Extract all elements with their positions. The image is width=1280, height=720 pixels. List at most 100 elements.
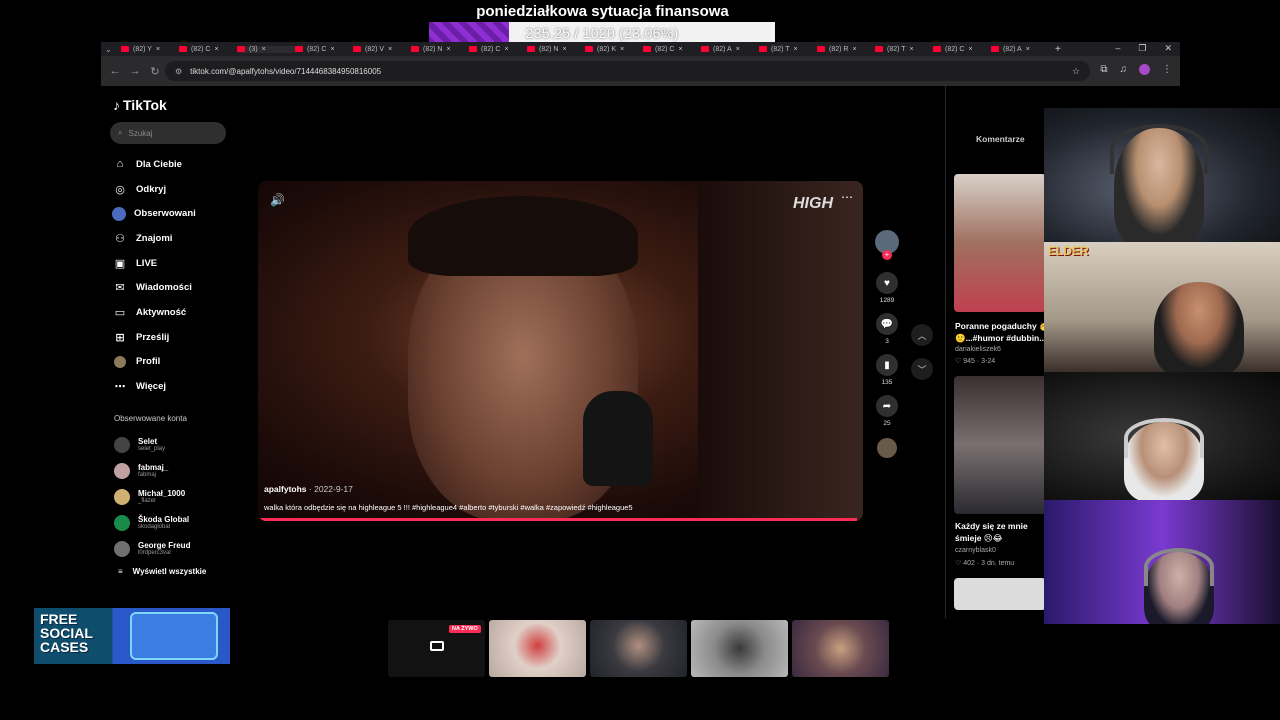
extensions-icon[interactable]: ⧉ — [1100, 64, 1107, 75]
back-icon[interactable]: ← — [105, 65, 125, 77]
close-tab-icon[interactable]: × — [968, 46, 972, 53]
more-options-icon[interactable]: ⋯ — [841, 190, 853, 204]
video-player[interactable]: 🔊 HIGH ⋯ apalfytohs · 2022-9-17 walka kt… — [258, 181, 863, 521]
close-tab-icon[interactable]: × — [794, 46, 798, 53]
related-video-stats: ♡ 402 · 3 dn. temu — [955, 560, 1015, 567]
close-tab-icon[interactable]: × — [1026, 46, 1030, 53]
previous-video-chevron-up-icon[interactable]: ︿ — [911, 324, 933, 346]
new-tab-button[interactable]: + — [1055, 44, 1061, 55]
sidebar-item-znajomi[interactable]: ⚇ Znajomi — [112, 226, 242, 251]
followed-account[interactable]: George Freud l0rdperc3val — [114, 536, 190, 562]
volume-icon[interactable]: 🔊 — [270, 193, 285, 207]
media-icon[interactable]: ♫ — [1120, 64, 1128, 75]
close-tab-icon[interactable]: × — [678, 46, 682, 53]
show-all-button[interactable]: ≡ Wyświetl wszystkie — [118, 567, 206, 576]
browser-tab[interactable]: (82) N × — [411, 46, 469, 53]
tab-title: (82) N — [423, 45, 443, 53]
video-author-name[interactable]: apalfytohs — [264, 484, 307, 494]
minimize-icon[interactable]: – — [1115, 43, 1120, 54]
close-tab-icon[interactable]: × — [262, 46, 266, 53]
sidebar-item-wiadomo-ci[interactable]: ✉ Wiadomości — [112, 275, 242, 300]
browser-tab[interactable]: (82) C × — [469, 46, 527, 53]
site-info-icon[interactable]: ⚙ — [175, 67, 182, 76]
browser-tab[interactable]: (3) × — [237, 45, 295, 53]
related-video-title[interactable]: Poranne pogaduchy 🥳 🙂...#humor #dubbin..… — [955, 320, 1050, 344]
related-video-user[interactable]: czarnyblask0 — [955, 547, 996, 554]
close-tab-icon[interactable]: × — [910, 46, 914, 53]
browser-tab[interactable]: (82) T × — [875, 46, 933, 53]
video-author[interactable]: apalfytohs · 2022-9-17 — [264, 484, 353, 494]
video-progress-bar[interactable] — [258, 518, 857, 521]
followed-account[interactable]: Škoda Global skodaglobal — [114, 510, 190, 536]
bookmark-star-icon[interactable]: ☆ — [1072, 66, 1080, 77]
comment-icon[interactable]: 💬 — [876, 313, 898, 335]
browser-tab[interactable]: (82) T × — [759, 46, 817, 53]
close-tab-icon[interactable]: × — [504, 46, 508, 53]
sidebar-item-wi-cej[interactable]: ⋯ Więcej — [112, 374, 242, 399]
profile-avatar-icon[interactable] — [1139, 64, 1150, 75]
followed-account[interactable]: fabmaj_ fabmaj — [114, 458, 190, 484]
related-video-title[interactable]: Każdy się ze mnie śmieje 😣😂 — [955, 520, 1050, 544]
menu-kebab-icon[interactable]: ⋮ — [1162, 64, 1172, 75]
close-tab-icon[interactable]: × — [562, 46, 566, 53]
streamer-figure — [1154, 282, 1244, 372]
music-disc-avatar[interactable] — [877, 438, 897, 458]
search-input[interactable]: ⌕ Szukaj — [110, 122, 226, 144]
browser-tab[interactable]: (82) Y × — [121, 46, 179, 53]
related-video-user[interactable]: dariakieliszek6 — [955, 346, 1001, 353]
sidebar-item-profil[interactable]: Profil — [112, 350, 242, 375]
live-thumbnail[interactable] — [691, 620, 788, 677]
close-tab-icon[interactable]: × — [852, 46, 856, 53]
live-thumbnail[interactable] — [792, 620, 889, 677]
browser-tab[interactable]: (82) R × — [817, 46, 875, 53]
maximize-icon[interactable]: ❐ — [1138, 43, 1146, 54]
close-tab-icon[interactable]: × — [156, 46, 160, 53]
browser-tab[interactable]: (82) C × — [179, 46, 237, 53]
free-cases-ad-banner[interactable]: FREE SOCIAL CASES — [34, 608, 230, 664]
close-tab-icon[interactable]: × — [214, 46, 218, 53]
close-tab-icon[interactable]: × — [330, 46, 334, 53]
browser-tab[interactable]: (82) N × — [527, 46, 585, 53]
youtube-favicon-icon — [121, 46, 129, 52]
sidebar-item-prze-lij[interactable]: ⊞ Prześlij — [112, 325, 242, 350]
close-window-icon[interactable]: ✕ — [1164, 43, 1172, 54]
sidebar-item-dla-ciebie[interactable]: ⌂ Dla Ciebie — [112, 152, 242, 177]
forward-icon[interactable]: → — [125, 65, 145, 77]
browser-tab[interactable]: (82) C × — [295, 46, 353, 53]
follow-plus-icon[interactable]: + — [882, 250, 892, 260]
sidebar-item-live[interactable]: ▣ LIVE — [112, 251, 242, 276]
close-tab-icon[interactable]: × — [446, 46, 450, 53]
tiktok-logo[interactable]: ♪ TikTok — [113, 97, 167, 113]
live-thumbnail[interactable] — [489, 620, 586, 677]
related-video-thumbnail[interactable] — [954, 578, 1046, 610]
reload-icon[interactable]: ↻ — [145, 65, 165, 78]
live-thumbnail[interactable] — [590, 620, 687, 677]
next-video-chevron-down-icon[interactable]: ﹀ — [911, 358, 933, 380]
tab-search-icon[interactable]: ⌄ — [105, 45, 121, 54]
share-arrow-icon[interactable]: ➦ — [876, 395, 898, 417]
browser-tab[interactable]: (82) C × — [643, 46, 701, 53]
tab-comments[interactable]: Komentarze — [976, 134, 1025, 144]
browser-tab[interactable]: (82) V × — [353, 46, 411, 53]
related-video-thumbnail[interactable] — [954, 174, 1046, 312]
sidebar-item-odkryj[interactable]: ◎ Odkryj — [112, 177, 242, 202]
bookmark-icon[interactable]: ▮ — [876, 354, 898, 376]
followed-account[interactable]: Selet selet_play — [114, 432, 190, 458]
like-heart-icon[interactable]: ♥ — [876, 272, 898, 294]
browser-tab[interactable]: (82) C × — [933, 46, 991, 53]
close-tab-icon[interactable]: × — [388, 46, 392, 53]
browser-tab[interactable]: (82) A × — [991, 46, 1049, 53]
followed-account[interactable]: Michał_1000 _flazer — [114, 484, 190, 510]
account-text: George Freud l0rdperc3val — [138, 541, 190, 557]
window-controls: – ❐ ✕ — [1115, 43, 1172, 54]
related-video-thumbnail[interactable] — [954, 376, 1046, 514]
author-avatar[interactable]: + — [875, 230, 899, 260]
browser-tab[interactable]: (82) K × — [585, 46, 643, 53]
live-thumbnail[interactable]: NA ŻYWO — [388, 620, 485, 677]
browser-tab[interactable]: (82) A × — [701, 46, 759, 53]
sidebar-item-obserwowani[interactable]: Obserwowani — [112, 201, 242, 226]
address-bar[interactable]: ⚙ tiktok.com/@apalfytohs/video/714446838… — [165, 61, 1090, 81]
sidebar-item-aktywno-[interactable]: ▭ Aktywność — [112, 300, 242, 325]
close-tab-icon[interactable]: × — [620, 46, 624, 53]
close-tab-icon[interactable]: × — [736, 46, 740, 53]
